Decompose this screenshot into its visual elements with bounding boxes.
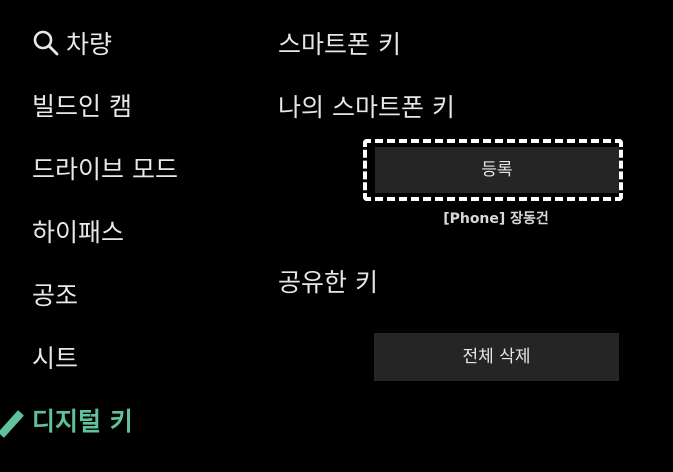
shared-key-title: 공유한 키 xyxy=(278,268,378,297)
sidebar-item-label: 차량 xyxy=(66,30,113,59)
delete-all-button[interactable]: 전체 삭제 xyxy=(374,333,619,381)
register-button[interactable]: 등록 xyxy=(375,147,619,193)
sidebar-item-label: 시트 xyxy=(32,344,79,373)
sidebar-item-hipass[interactable]: 하이패스 xyxy=(32,213,124,253)
smartphone-key-title: 스마트폰 키 xyxy=(278,30,401,59)
sidebar-item-label: 드라이브 모드 xyxy=(32,155,178,184)
sidebar-item-vehicle[interactable]: 차량 xyxy=(32,25,112,65)
sidebar-item-label: 빌드인 캠 xyxy=(32,92,132,121)
sidebar-item-digital-key[interactable]: 디지털 키 xyxy=(32,402,133,442)
my-smartphone-key-title: 나의 스마트폰 키 xyxy=(278,93,455,122)
sidebar: 차량 빌드인 캠 드라이브 모드 하이패스 공조 시트 디지털 키 xyxy=(0,0,260,472)
sidebar-item-climate[interactable]: 공조 xyxy=(32,276,78,316)
sidebar-item-builtin-cam[interactable]: 빌드인 캠 xyxy=(32,87,132,127)
sidebar-item-label: 하이패스 xyxy=(32,218,125,247)
active-indicator xyxy=(0,410,25,438)
main-content: 스마트폰 키 나의 스마트폰 키 등록 [Phone] 장동건 공유한 키 전체… xyxy=(278,0,673,472)
sidebar-item-label: 디지털 키 xyxy=(32,407,133,436)
sidebar-item-seat[interactable]: 시트 xyxy=(32,339,78,379)
phone-caption: [Phone] 장동건 xyxy=(443,211,549,227)
sidebar-item-drive-mode[interactable]: 드라이브 모드 xyxy=(32,150,178,190)
search-icon xyxy=(32,29,60,57)
sidebar-item-label: 공조 xyxy=(32,281,79,310)
